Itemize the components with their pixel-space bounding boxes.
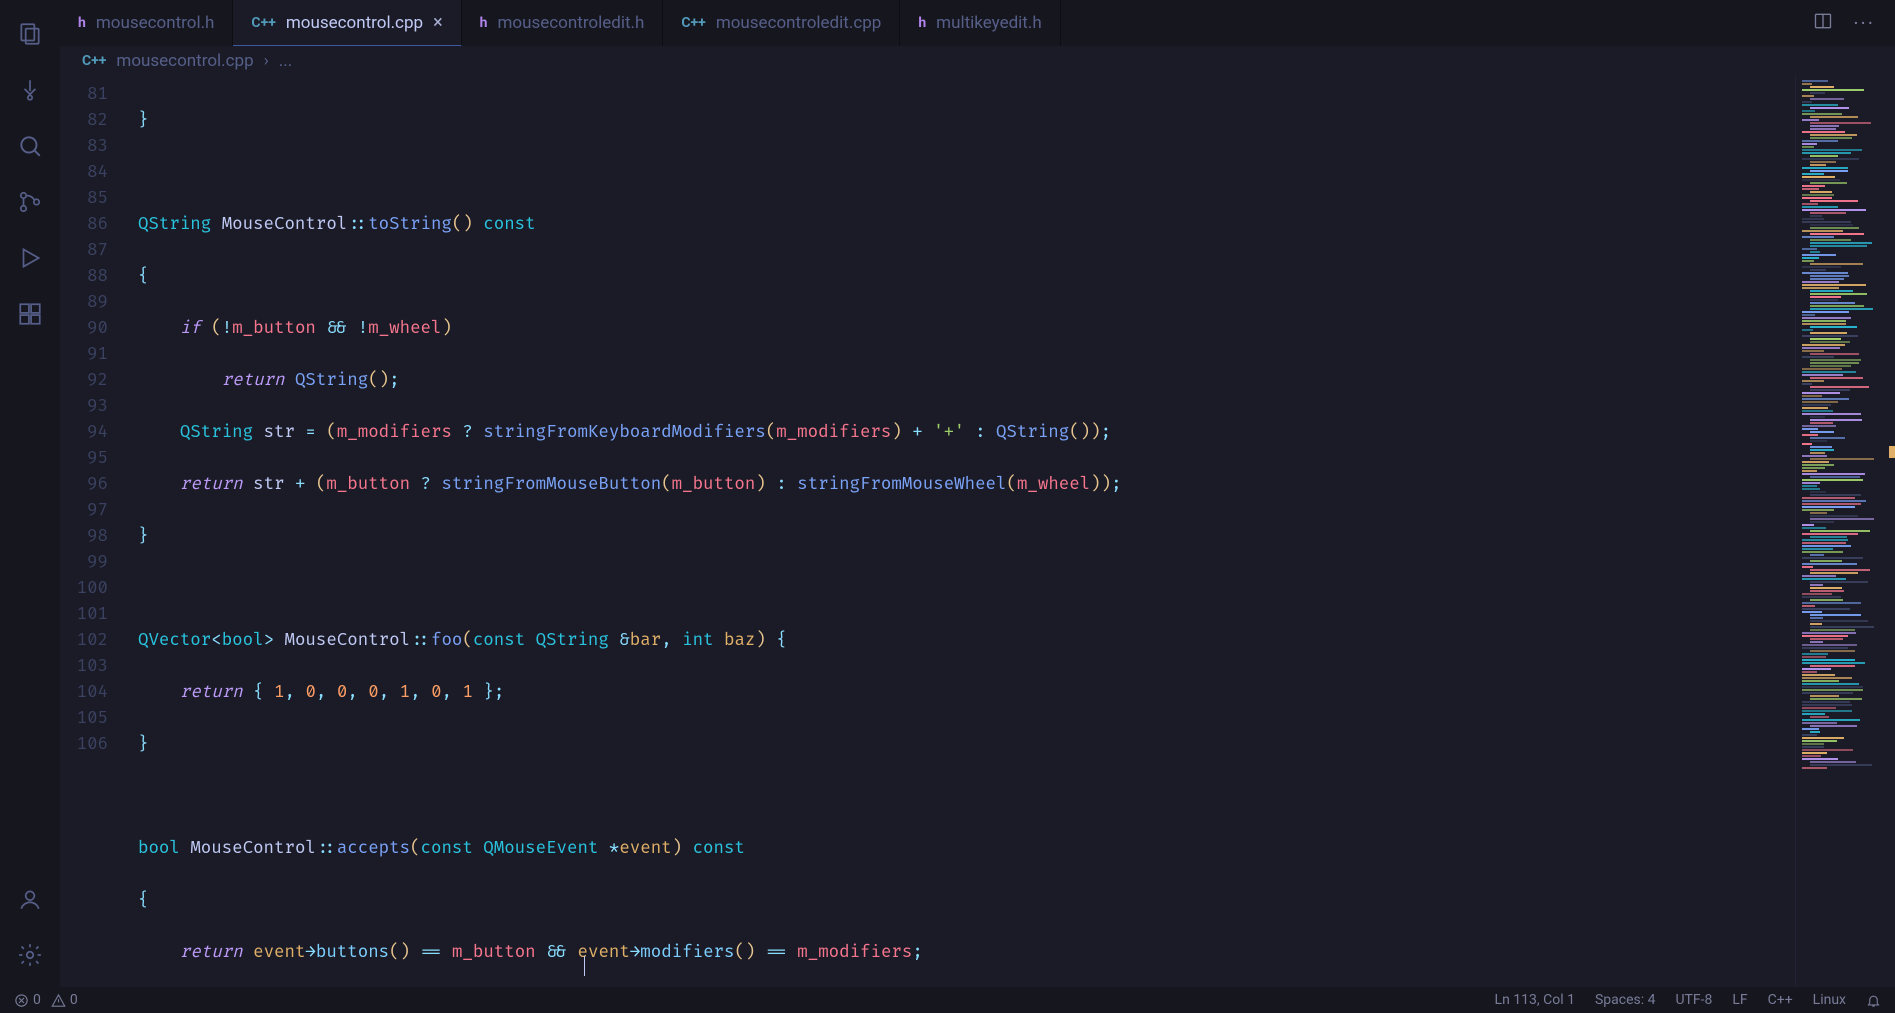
code-editor[interactable]: 8182838485868788899091929394959697989910… (60, 76, 1795, 987)
chevron-right-icon: › (264, 51, 269, 71)
cpp-file-icon: C++ (82, 53, 106, 69)
settings-gear-icon[interactable] (6, 931, 54, 979)
status-eol[interactable]: LF (1732, 992, 1747, 1008)
breadcrumb[interactable]: C++ mousecontrol.cpp › ... (60, 46, 1895, 76)
errors-count: 0 (33, 992, 41, 1008)
split-editor-icon[interactable] (1813, 11, 1833, 35)
status-problems[interactable]: 0 0 (14, 992, 78, 1008)
notifications-icon[interactable] (1866, 993, 1881, 1008)
activity-bar (0, 0, 60, 987)
tab-label: multikeyedit.h (936, 13, 1042, 33)
tab-label: mousecontrol.cpp (286, 13, 423, 33)
tab-label: mousecontroledit.cpp (716, 13, 882, 33)
tab-mousecontroledit-h[interactable]: h mousecontroledit.h (462, 0, 664, 46)
tab-mousecontroledit-cpp[interactable]: C++ mousecontroledit.cpp (663, 0, 900, 46)
status-indentation[interactable]: Spaces: 4 (1595, 992, 1656, 1008)
extensions-icon[interactable] (6, 290, 54, 338)
explorer-icon[interactable] (6, 10, 54, 58)
breadcrumb-file: mousecontrol.cpp (116, 51, 253, 71)
header-file-icon: h (78, 15, 86, 31)
status-bar: 0 0 Ln 113, Col 1 Spaces: 4 UTF-8 LF C++… (0, 987, 1895, 1013)
tab-label: mousecontrol.h (96, 13, 215, 33)
tab-mousecontrol-cpp[interactable]: C++ mousecontrol.cpp × (233, 0, 461, 46)
cpp-file-icon: C++ (681, 15, 705, 31)
breadcrumb-trail: ... (279, 51, 292, 71)
tab-multikeyedit-h[interactable]: h multikeyedit.h (900, 0, 1060, 46)
header-file-icon: h (480, 15, 488, 31)
search-icon[interactable] (6, 122, 54, 170)
code-content[interactable]: } QString MouseControl::toString() const… (130, 76, 1795, 987)
source-control-incoming-icon[interactable] (6, 66, 54, 114)
tab-mousecontrol-h[interactable]: h mousecontrol.h (60, 0, 233, 46)
line-number-gutter: 8182838485868788899091929394959697989910… (60, 76, 130, 987)
cpp-file-icon: C++ (251, 15, 275, 31)
status-encoding[interactable]: UTF-8 (1675, 992, 1712, 1008)
more-actions-icon[interactable]: ··· (1853, 11, 1875, 35)
source-control-icon[interactable] (6, 178, 54, 226)
status-language[interactable]: C++ (1768, 992, 1793, 1008)
run-debug-icon[interactable] (6, 234, 54, 282)
close-icon[interactable]: × (433, 12, 443, 33)
warnings-count: 0 (70, 992, 78, 1008)
account-icon[interactable] (6, 875, 54, 923)
status-os[interactable]: Linux (1813, 992, 1846, 1008)
minimap[interactable] (1795, 76, 1895, 987)
editor-tabs: h mousecontrol.h C++ mousecontrol.cpp × … (60, 0, 1895, 46)
header-file-icon: h (918, 15, 926, 31)
status-cursor-position[interactable]: Ln 113, Col 1 (1495, 992, 1575, 1008)
tab-label: mousecontroledit.h (498, 13, 645, 33)
